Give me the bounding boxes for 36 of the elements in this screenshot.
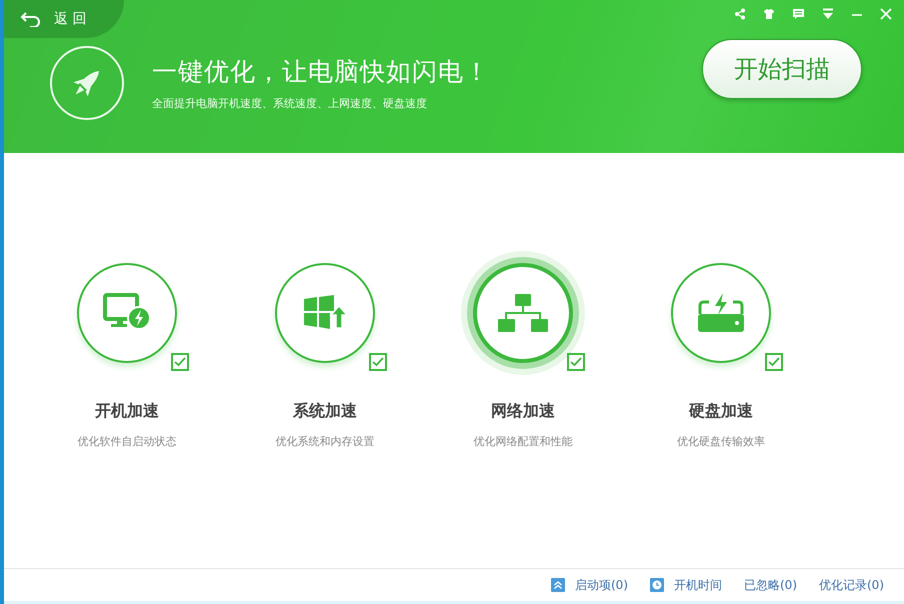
windows-upgrade-icon bbox=[302, 294, 348, 332]
checkbox[interactable] bbox=[567, 353, 585, 371]
back-arrow-icon bbox=[20, 11, 42, 27]
close-icon[interactable] bbox=[880, 8, 892, 20]
checkbox[interactable] bbox=[369, 353, 387, 371]
check-icon bbox=[372, 357, 384, 367]
network-icon bbox=[497, 293, 549, 333]
feature-title: 网络加速 bbox=[491, 401, 555, 422]
checkbox[interactable] bbox=[765, 353, 783, 371]
rocket-icon bbox=[48, 44, 126, 122]
chevron-up-icon bbox=[551, 578, 565, 592]
footer-link[interactable]: 开机时间 bbox=[650, 576, 722, 594]
feature-description: 优化硬盘传输效率 bbox=[677, 434, 765, 449]
feature-description: 优化系统和内存设置 bbox=[276, 434, 374, 449]
banner-title: 一键优化，让电脑快如闪电！ bbox=[152, 56, 491, 88]
banner-subtitle: 全面提升电脑开机速度、系统速度、上网速度、硬盘速度 bbox=[152, 96, 428, 111]
feature-description: 优化软件自启动状态 bbox=[78, 434, 176, 449]
check-icon bbox=[768, 357, 780, 367]
share-icon[interactable] bbox=[734, 8, 746, 20]
footer-link[interactable]: 启动项(0) bbox=[551, 576, 628, 594]
checkbox[interactable] bbox=[171, 353, 189, 371]
feature-title: 开机加速 bbox=[95, 401, 159, 422]
footer-link[interactable]: 优化记录(0) bbox=[819, 576, 884, 594]
footer-link[interactable]: 已忽略(0) bbox=[744, 576, 797, 594]
feature-title: 系统加速 bbox=[293, 401, 357, 422]
menu-icon[interactable] bbox=[822, 8, 834, 20]
shirt-icon[interactable] bbox=[763, 8, 775, 20]
scan-button[interactable]: 开始扫描 bbox=[702, 39, 862, 99]
back-button[interactable]: 返 回 bbox=[4, 0, 124, 38]
clock-icon bbox=[650, 578, 664, 592]
feature-title: 硬盘加速 bbox=[689, 401, 753, 422]
feedback-icon[interactable] bbox=[792, 8, 805, 20]
feature-description: 优化网络配置和性能 bbox=[474, 434, 572, 449]
check-icon bbox=[570, 357, 582, 367]
disk-bolt-icon bbox=[696, 292, 746, 334]
check-icon bbox=[174, 357, 186, 367]
